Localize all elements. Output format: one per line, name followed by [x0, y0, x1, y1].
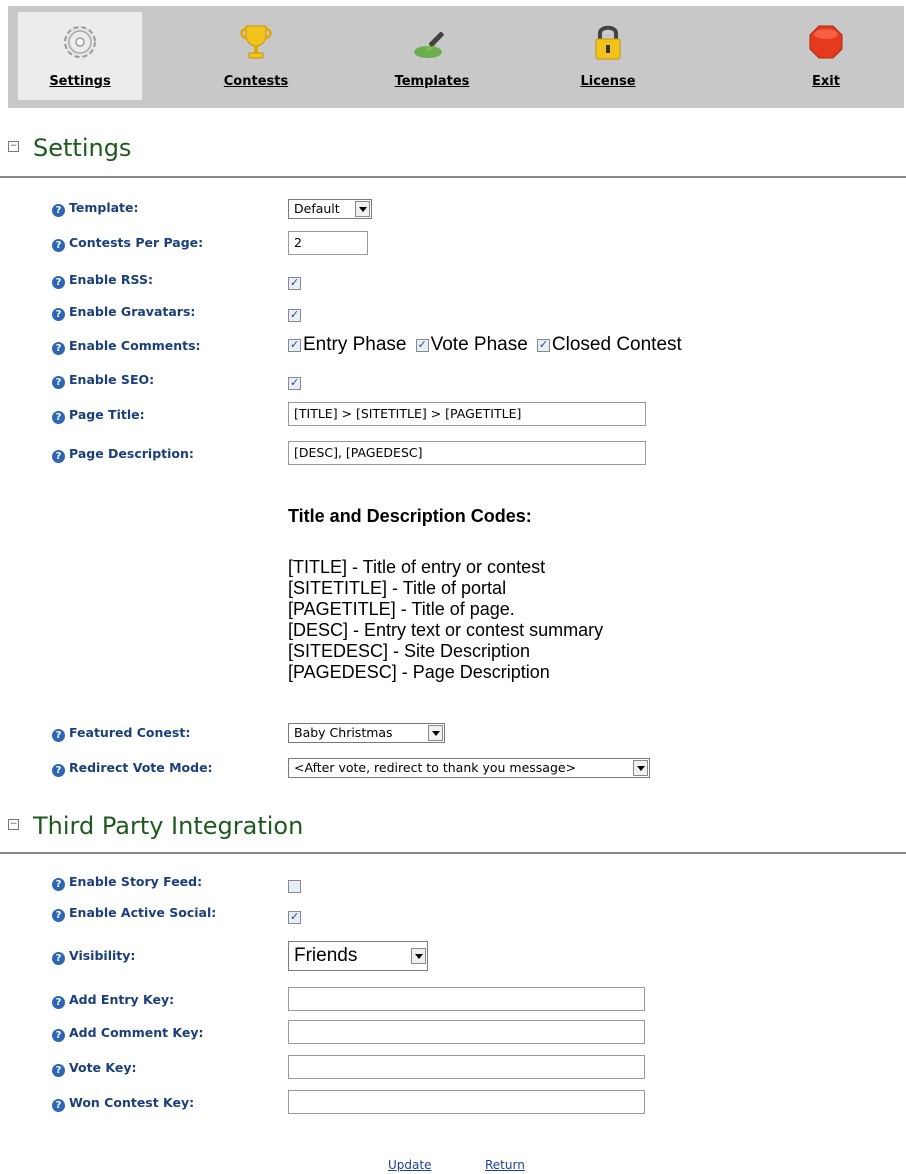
dropdown-arrow-icon[interactable] [355, 201, 370, 217]
toolbar-settings-button[interactable]: Settings [18, 12, 142, 100]
toolbar-contests-button[interactable]: Contests [194, 12, 318, 100]
brush-icon [414, 32, 444, 58]
help-icon[interactable]: ? [52, 764, 65, 777]
code-line: [TITLE] - Title of entry or contest [288, 557, 546, 577]
enable-seo-label: ? Enable SEO: [52, 372, 154, 389]
code-line: [SITEDESC] - Site Description [288, 641, 531, 661]
code-line: [PAGEDESC] - Page Description [288, 662, 550, 682]
featured-contest-select[interactable]: Baby Christmas [288, 723, 445, 743]
page-title-label: ? Page Title: [52, 407, 145, 424]
help-icon[interactable]: ? [52, 411, 65, 424]
help-icon[interactable]: ? [52, 878, 65, 891]
vote-key-label: ? Vote Key: [52, 1060, 136, 1077]
help-icon[interactable]: ? [52, 1099, 65, 1112]
toolbar-license-label: License [580, 74, 636, 89]
page-title-input[interactable]: [TITLE] > [SITETITLE] > [PAGETITLE] [288, 402, 646, 426]
help-icon[interactable]: ? [52, 1029, 65, 1042]
help-icon[interactable]: ? [52, 450, 65, 463]
collapse-icon[interactable]: − [8, 140, 19, 152]
enable-gravatars-label: ? Enable Gravatars: [52, 304, 195, 321]
help-icon[interactable]: ? [52, 376, 65, 389]
visibility-label: ? Visibility: [52, 948, 135, 965]
dropdown-arrow-icon[interactable] [428, 725, 443, 741]
toolbar-contests-label: Contests [223, 74, 289, 89]
toolbar-templates-button[interactable]: Templates [370, 12, 494, 100]
help-icon[interactable]: ? [52, 996, 65, 1009]
third-party-section-header[interactable]: − Third Party Integration [8, 812, 303, 840]
gear-icon [64, 26, 96, 58]
help-icon[interactable]: ? [52, 909, 65, 922]
toolbar-license-button[interactable]: License [546, 12, 670, 100]
dropdown-arrow-icon[interactable] [633, 760, 648, 776]
stop-icon [809, 25, 843, 59]
enable-story-feed-checkbox[interactable] [288, 880, 301, 893]
redirect-vote-mode-select[interactable]: <After vote, redirect to thank you messa… [288, 758, 650, 778]
divider [0, 852, 906, 854]
help-icon[interactable]: ? [52, 308, 65, 321]
vote-phase-checkbox[interactable] [415, 338, 429, 352]
enable-active-social-checkbox[interactable] [288, 910, 301, 924]
help-icon[interactable]: ? [52, 729, 65, 742]
help-icon[interactable]: ? [52, 204, 65, 217]
enable-rss-label: ? Enable RSS: [52, 272, 153, 289]
template-select[interactable]: Default [288, 199, 372, 219]
closed-contest-checkbox[interactable] [536, 338, 550, 352]
enable-story-feed-label: ? Enable Story Feed: [52, 874, 202, 891]
help-icon[interactable]: ? [52, 952, 65, 965]
settings-section-header[interactable]: − Settings [8, 134, 131, 162]
vote-key-input[interactable] [288, 1055, 645, 1079]
won-contest-key-input[interactable] [288, 1090, 645, 1114]
code-line: [SITETITLE] - Title of portal [288, 578, 507, 598]
toolbar-exit-button[interactable]: Exit [764, 12, 888, 100]
enable-comments-label: ? Enable Comments: [52, 338, 201, 355]
update-link[interactable]: Update [388, 1158, 431, 1172]
enable-gravatars-checkbox[interactable] [288, 308, 301, 322]
redirect-vote-mode-label: ? Redirect Vote Mode: [52, 760, 213, 777]
collapse-icon[interactable]: − [8, 818, 19, 830]
settings-section-title: Settings [33, 134, 132, 162]
entry-phase-label: Entry Phase [303, 334, 407, 355]
closed-contest-label: Closed Contest [551, 334, 682, 355]
return-link[interactable]: Return [485, 1158, 525, 1172]
contests-per-page-label: ? Contests Per Page: [52, 235, 203, 252]
help-icon[interactable]: ? [52, 276, 65, 289]
trophy-icon [240, 25, 272, 59]
vote-phase-label: Vote Phase [430, 334, 528, 355]
title-description-codes: Title and Description Codes: [TITLE] - T… [288, 506, 603, 683]
featured-contest-label: ? Featured Conest: [52, 725, 190, 742]
help-icon[interactable]: ? [52, 239, 65, 252]
dropdown-arrow-icon[interactable] [411, 948, 426, 964]
toolbar-exit-label: Exit [812, 74, 840, 89]
add-entry-key-input[interactable] [288, 987, 645, 1011]
enable-active-social-label: ? Enable Active Social: [52, 905, 216, 922]
entry-phase-checkbox[interactable] [288, 338, 301, 352]
toolbar-settings-label: Settings [49, 74, 111, 89]
lock-icon [595, 25, 621, 60]
toolbar-templates-label: Templates [394, 74, 470, 89]
add-comment-key-label: ? Add Comment Key: [52, 1025, 204, 1042]
enable-rss-checkbox[interactable] [288, 276, 301, 290]
add-entry-key-label: ? Add Entry Key: [52, 992, 174, 1009]
help-icon[interactable]: ? [52, 342, 65, 355]
visibility-select[interactable]: Friends [288, 941, 428, 971]
help-icon[interactable]: ? [52, 1064, 65, 1077]
page-description-label: ? Page Description: [52, 446, 194, 463]
code-line: [DESC] - Entry text or contest summary [288, 620, 604, 640]
contests-per-page-input[interactable]: 2 [288, 231, 368, 255]
enable-seo-checkbox[interactable] [288, 376, 301, 390]
codes-title: Title and Description Codes: [288, 506, 532, 526]
code-line: [PAGETITLE] - Title of page. [288, 599, 515, 619]
won-contest-key-label: ? Won Contest Key: [52, 1095, 194, 1112]
page-description-input[interactable]: [DESC], [PAGEDESC] [288, 441, 646, 465]
main-toolbar: Settings Contests Templates License Exit [8, 6, 904, 108]
add-comment-key-input[interactable] [288, 1020, 645, 1044]
template-label: ? Template: [52, 200, 139, 217]
divider [0, 176, 906, 178]
third-party-section-title: Third Party Integration [33, 812, 304, 840]
